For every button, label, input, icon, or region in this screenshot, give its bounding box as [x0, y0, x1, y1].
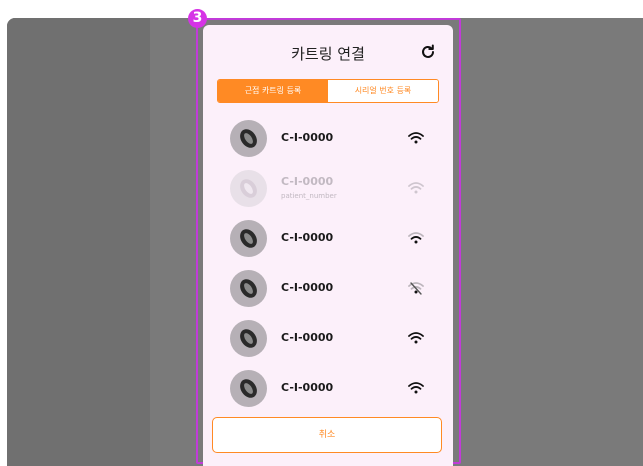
device-serial: C-I-0000 [281, 231, 334, 244]
device-row[interactable]: C-I-0000 [203, 113, 453, 163]
ring-device-icon [230, 370, 267, 407]
ring-device-icon [230, 320, 267, 357]
wifi-weak-icon [408, 280, 424, 295]
cartridge-connect-dialog: 카트링 연결 근접 카트링 등록 시리얼 번호 등록 C-I-0000 C-I-0… [203, 25, 453, 466]
ring-device-icon [230, 120, 267, 157]
tab-serial-registration[interactable]: 시리얼 번호 등록 [328, 80, 438, 102]
device-row: C-I-0000 patient_number [203, 163, 453, 213]
device-patient-number: patient_number [281, 192, 337, 200]
device-serial: C-I-0000 [281, 175, 334, 188]
dialog-title: 카트링 연결 [291, 45, 365, 63]
ring-device-icon [230, 170, 267, 207]
device-row[interactable]: C-I-0000 [203, 363, 453, 413]
wifi-strong-icon [408, 380, 424, 394]
wifi-strong-icon [408, 330, 424, 344]
wifi-faded-icon [408, 180, 424, 194]
background-panel [7, 18, 150, 466]
wifi-medium-icon [408, 230, 424, 244]
device-list: C-I-0000 C-I-0000 patient_number C-I-0000 C-… [203, 113, 453, 413]
refresh-icon[interactable] [420, 44, 436, 60]
device-row[interactable]: C-I-0000 [203, 263, 453, 313]
ring-device-icon [230, 220, 267, 257]
device-row[interactable]: C-I-0000 [203, 213, 453, 263]
device-serial: C-I-0000 [281, 331, 334, 344]
annotation-marker: 3 [188, 9, 207, 28]
device-serial: C-I-0000 [281, 281, 334, 294]
device-row[interactable]: C-I-0000 [203, 313, 453, 363]
wifi-strong-icon [408, 130, 424, 144]
device-serial: C-I-0000 [281, 381, 334, 394]
tab-nearby-registration[interactable]: 근접 카트링 등록 [218, 80, 328, 102]
device-serial: C-I-0000 [281, 131, 334, 144]
ring-device-icon [230, 270, 267, 307]
cancel-button[interactable]: 취소 [212, 417, 442, 453]
registration-tabs: 근접 카트링 등록 시리얼 번호 등록 [217, 79, 439, 103]
